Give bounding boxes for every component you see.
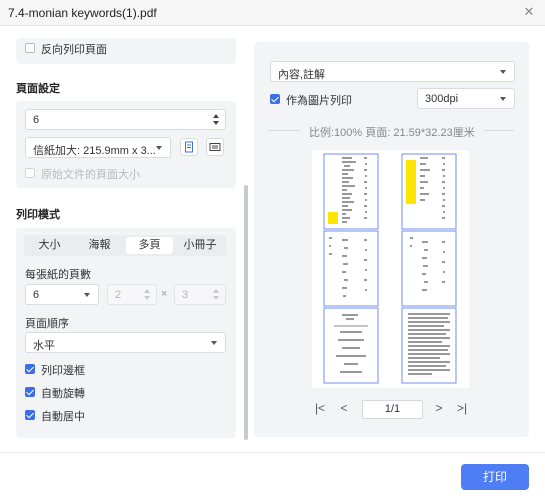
spin-arrows-icon[interactable] [213,113,219,127]
paper-size-select[interactable]: 信紙加大: 215.9mm x 3... [25,137,171,158]
chevron-down-icon [500,70,506,74]
chevron-down-icon [84,293,90,297]
print-as-image-checkbox[interactable] [270,94,280,104]
page-order-select[interactable]: 水平 [25,332,226,353]
tab-booklet[interactable]: 小冊子 [176,237,224,254]
reverse-print-checkbox[interactable] [25,43,35,53]
page-order-label: 頁面順序 [25,318,69,330]
times-sign: × [161,288,168,300]
tab-size[interactable]: 大小 [26,237,73,254]
preview-pager: |< < 1/1 > >| [303,398,481,421]
print-as-image-label: 作為圖片列印 [286,95,352,107]
print-border-checkbox[interactable] [25,364,35,374]
tab-multiple[interactable]: 多頁 [126,237,173,254]
scale-info: 比例:100% 頁面: 21.59*32.23厘米 [309,127,475,139]
page-order-value: 水平 [33,340,55,352]
auto-center-checkbox[interactable] [25,410,35,420]
auto-rotate-checkbox[interactable] [25,387,35,397]
original-size-label: 原始文件的頁面大小 [41,169,140,181]
rows-value: 3 [182,289,189,301]
auto-center-label: 自動居中 [41,411,85,423]
portrait-icon [185,141,193,153]
landscape-icon [209,143,221,151]
reverse-print-label: 反向列印頁面 [41,44,107,56]
pages-per-sheet-value: 6 [33,289,40,301]
page-setup-heading: 頁面設定 [16,83,60,95]
paper-size-value: 信紙加大: 215.9mm x 3... [33,145,156,157]
pages-per-sheet-label: 每張紙的頁數 [25,269,91,281]
dpi-value: 300dpi [425,93,459,105]
content-select-value: 內容,註解 [278,69,326,81]
original-size-checkbox[interactable] [25,168,35,178]
spin-arrows-icon[interactable] [144,288,150,302]
landscape-button[interactable] [206,138,224,156]
print-border-label: 列印邊框 [41,365,85,377]
settings-scrollbar[interactable] [244,185,248,440]
close-icon[interactable]: ✕ [521,4,537,20]
rows-stepper[interactable]: 3 [174,284,226,305]
copies-value: 6 [33,114,40,126]
chevron-down-icon [156,146,162,150]
divider-left [268,130,300,131]
portrait-button[interactable] [180,138,198,156]
last-page-icon[interactable]: >| [455,401,469,415]
tab-poster[interactable]: 海報 [76,237,123,254]
chevron-down-icon [500,97,506,101]
pages-per-sheet-select[interactable]: 6 [25,284,99,305]
auto-rotate-label: 自動旋轉 [41,388,85,400]
title-bar: 7.4-monian keywords(1).pdf ✕ [0,0,545,26]
page-number-input[interactable]: 1/1 [362,400,423,419]
copies-stepper[interactable]: 6 [25,109,226,130]
spin-arrows-icon[interactable] [213,288,219,302]
preview-pages [323,153,457,384]
prev-page-icon[interactable]: < [337,401,351,415]
chevron-down-icon [211,341,217,345]
print-mode-heading: 列印模式 [16,209,60,221]
window-title: 7.4-monian keywords(1).pdf [8,6,157,20]
divider-right [484,130,514,131]
print-button[interactable]: 打印 [461,464,529,490]
print-mode-tabs: 大小 海報 多頁 小冊子 [24,235,226,256]
columns-stepper[interactable]: 2 [107,284,157,305]
print-preview [312,150,469,388]
columns-value: 2 [115,289,122,301]
first-page-icon[interactable]: |< [313,401,327,415]
dpi-select[interactable]: 300dpi [417,88,515,109]
next-page-icon[interactable]: > [432,401,446,415]
content-select[interactable]: 內容,註解 [270,61,515,82]
